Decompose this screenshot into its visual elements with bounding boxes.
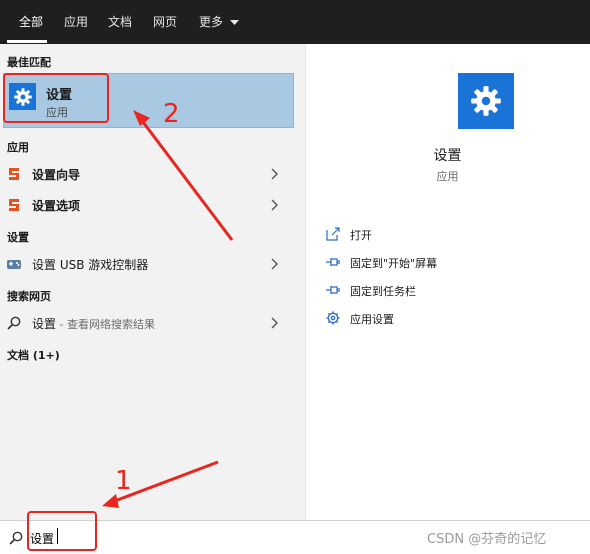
annotation-number-2: 2 <box>163 99 180 129</box>
result-usb-game-controllers[interactable]: 设置 USB 游戏控制器 <box>0 250 305 278</box>
tab-web[interactable]: 网页 <box>153 0 177 44</box>
action-pin-to-taskbar[interactable]: 固定到任务栏 <box>325 280 565 302</box>
action-label: 固定到任务栏 <box>350 285 416 298</box>
gear-icon <box>326 311 340 325</box>
tab-all[interactable]: 全部 <box>19 0 43 44</box>
watermark: CSDN @芬奇的记忆 <box>427 532 547 547</box>
chevron-down-icon <box>229 19 239 25</box>
tab-apps[interactable]: 应用 <box>64 0 88 44</box>
action-pin-to-start[interactable]: 固定到"开始"屏幕 <box>325 252 565 274</box>
gear-icon <box>13 87 32 106</box>
result-web-search[interactable]: 设置 - 查看网络搜索结果 <box>0 309 305 337</box>
result-label: 设置向导 <box>32 168 81 182</box>
open-icon <box>326 227 340 241</box>
pin-icon <box>326 286 340 294</box>
result-setup-wizard[interactable]: 设置向导 <box>0 160 305 188</box>
gear-icon <box>471 86 501 116</box>
apps-header: 应用 <box>7 141 29 154</box>
tab-documents[interactable]: 文档 <box>108 0 132 44</box>
result-setup-options[interactable]: 设置选项 <box>0 191 305 219</box>
active-tab-indicator <box>7 40 47 43</box>
search-input[interactable] <box>30 528 410 548</box>
tab-more-label: 更多 <box>199 15 224 29</box>
documents-header[interactable]: 文档 (1+) <box>7 347 60 363</box>
chevron-right-icon[interactable] <box>268 166 280 182</box>
web-query: 设置 <box>32 317 57 331</box>
details-app-type: 应用 <box>436 170 459 183</box>
best-match-title: 设置 <box>46 88 73 103</box>
chevron-right-icon[interactable] <box>268 256 280 272</box>
chevron-right-icon[interactable] <box>268 315 280 331</box>
pin-icon <box>326 258 340 266</box>
result-label: 设置 - 查看网络搜索结果 <box>32 315 155 332</box>
result-label: 设置选项 <box>32 199 81 213</box>
action-app-settings[interactable]: 应用设置 <box>325 308 565 330</box>
search-icon <box>9 531 23 545</box>
annotation-number-1: 1 <box>115 466 132 496</box>
action-open[interactable]: 打开 <box>325 224 565 246</box>
best-match-subtitle: 应用 <box>46 106 68 119</box>
action-label: 固定到"开始"屏幕 <box>350 257 438 270</box>
details-app-name: 设置 <box>433 148 462 164</box>
app-s-logo-icon <box>9 168 19 180</box>
action-label: 应用设置 <box>350 313 394 326</box>
result-label: 设置 USB 游戏控制器 <box>32 258 149 272</box>
game-controller-icon <box>7 260 21 269</box>
chevron-right-icon[interactable] <box>268 197 280 213</box>
settings-header: 设置 <box>7 231 29 244</box>
text-caret <box>57 528 58 544</box>
search-scope-tabs: 全部 应用 文档 网页 更多 <box>0 0 590 44</box>
best-match-header: 最佳匹配 <box>7 56 51 69</box>
search-icon <box>7 316 21 330</box>
web-search-header: 搜索网页 <box>7 290 51 303</box>
action-label: 打开 <box>350 229 372 242</box>
settings-app-large-icon <box>458 73 514 129</box>
web-search-hint: - 查看网络搜索结果 <box>56 318 155 331</box>
settings-app-icon <box>9 83 36 110</box>
app-s-logo-icon <box>9 199 19 211</box>
tab-more[interactable]: 更多 <box>199 0 239 44</box>
